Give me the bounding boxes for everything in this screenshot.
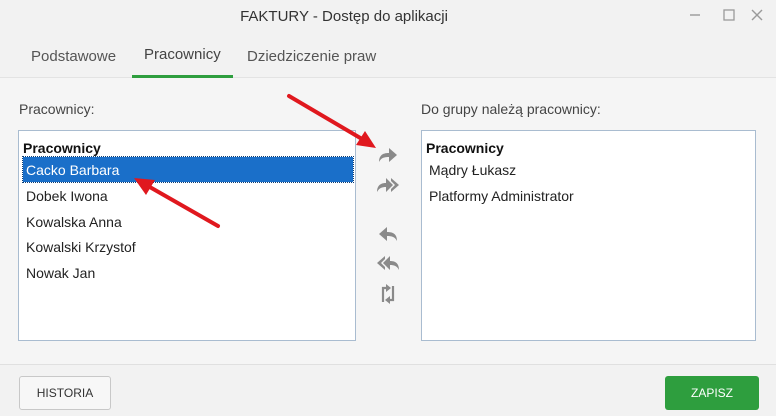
footer-bar: HISTORIA ZAPISZ [0,364,776,416]
save-button[interactable]: ZAPISZ [665,376,759,410]
list-item[interactable]: Kowalska Anna [23,209,353,234]
list-header: Pracownicy [426,140,504,156]
group-members-label: Do grupy należą pracownicy: [421,101,601,117]
list-item[interactable]: Kowalski Krzystof [23,234,353,259]
group-members-list[interactable]: Pracownicy Mądry Łukasz Platformy Admini… [421,130,756,341]
move-all-right-icon[interactable] [374,172,402,198]
list-item[interactable]: Nowak Jan [23,260,353,285]
list-item[interactable]: Mądry Łukasz [426,157,752,182]
tab-podstawowe[interactable]: Podstawowe [19,34,128,78]
maximize-icon[interactable] [718,4,740,26]
available-employees-label: Pracownicy: [19,101,95,117]
tab-pracownicy[interactable]: Pracownicy [132,34,233,78]
swap-icon[interactable] [374,281,402,307]
minimize-icon[interactable] [684,4,706,26]
title-bar: FAKTURY - Dostęp do aplikacji [0,0,776,34]
tab-bar: Podstawowe Pracownicy Dziedziczenie praw [0,34,776,78]
content-area: Pracownicy: Do grupy należą pracownicy: … [0,78,776,364]
history-button[interactable]: HISTORIA [19,376,111,410]
close-icon[interactable] [746,4,768,26]
list-item[interactable]: Dobek Iwona [23,183,353,208]
move-right-icon[interactable] [374,142,402,168]
move-all-left-icon[interactable] [374,250,402,276]
tab-dziedziczenie-praw[interactable]: Dziedziczenie praw [235,34,388,78]
list-item[interactable]: Platformy Administrator [426,183,752,208]
available-employees-list[interactable]: Pracownicy Cacko Barbara Dobek Iwona Kow… [18,130,356,341]
move-left-icon[interactable] [374,221,402,247]
list-item[interactable]: Cacko Barbara [22,156,354,183]
window-title: FAKTURY - Dostęp do aplikacji [240,8,448,25]
list-header: Pracownicy [23,140,101,156]
